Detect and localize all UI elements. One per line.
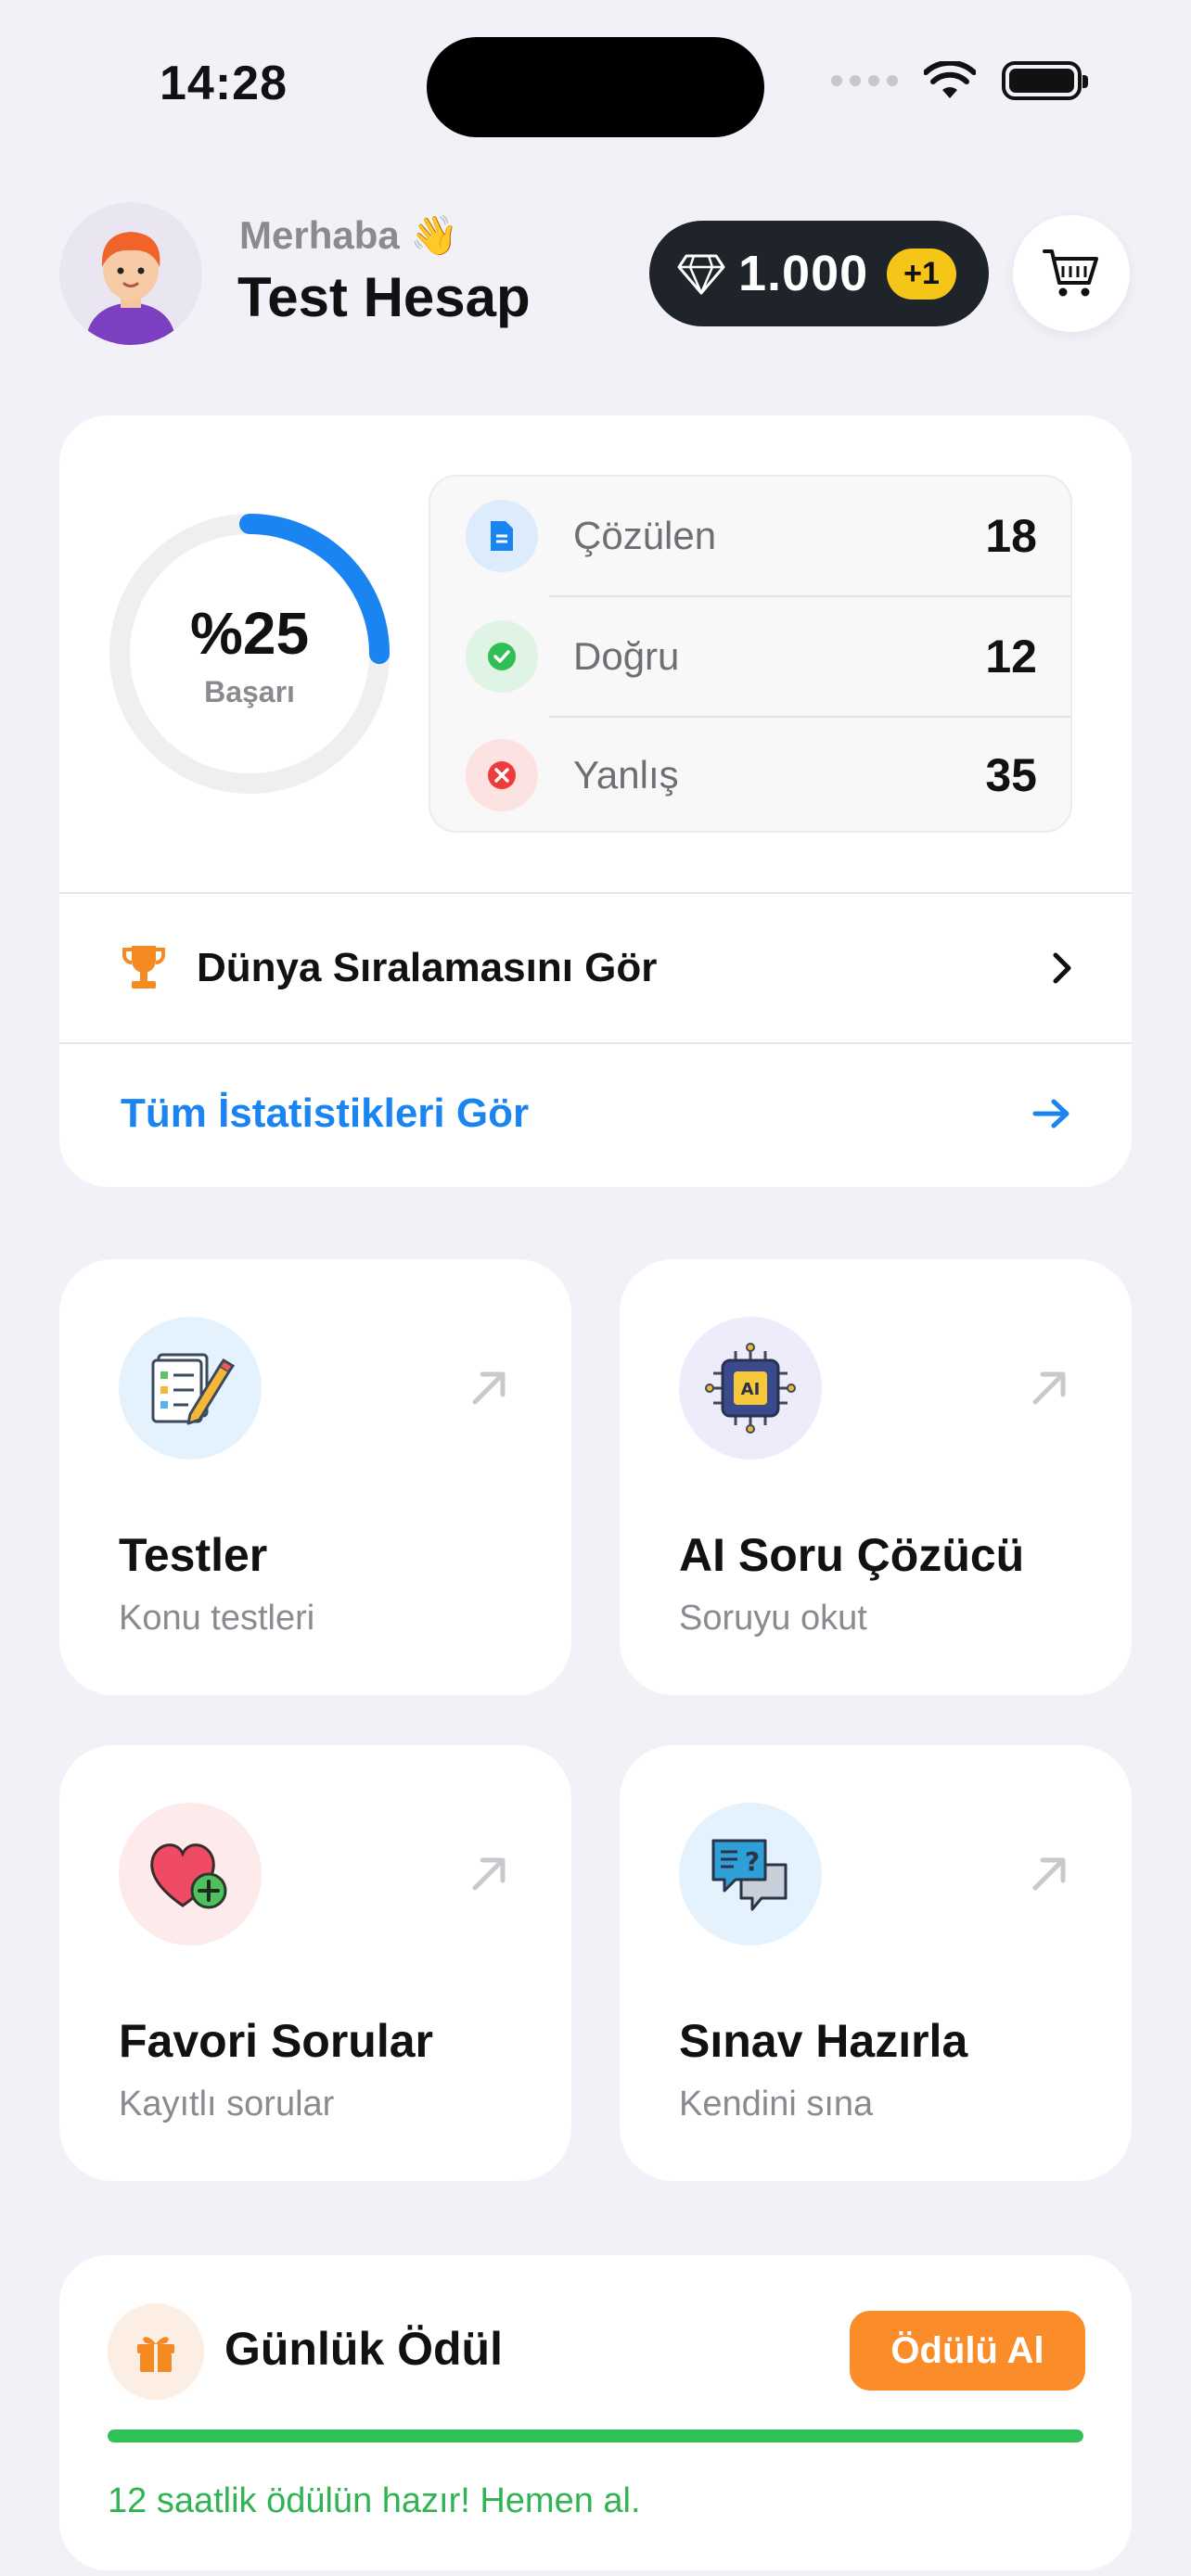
world-ranking-label: Dünya Sıralamasını Gör [197,945,658,990]
tile-subtitle: Kendini sına [679,2085,874,2123]
arrow-right-icon [1032,1099,1069,1129]
status-icons [831,61,1088,100]
tile-subtitle: Konu testleri [119,1599,315,1638]
all-stats-label: Tüm İstatistikleri Gör [121,1090,530,1136]
stats-list: Çözülen 18 Doğru 12 Yanlış 35 [429,475,1072,833]
reward-progress-fill [108,2429,1083,2442]
document-icon [466,500,538,572]
check-badge-icon [466,620,538,693]
diamond-icon [677,254,725,295]
tile-tests[interactable]: Testler Konu testleri [59,1259,571,1695]
claim-reward-button[interactable]: Ödülü Al [850,2311,1085,2391]
test-clipboard-icon [119,1317,262,1460]
username: Test Hesap [237,266,531,328]
tile-ai-solver[interactable]: AI AI Soru Çözücü Soruyu okut [620,1259,1132,1695]
stat-value: 35 [985,749,1037,801]
dynamic-island [427,37,764,137]
gem-count: 1.000 [738,246,869,301]
reward-progress-bar [108,2429,1083,2442]
tile-favorites[interactable]: Favori Sorular Kayıtlı sorular [59,1745,571,2181]
arrow-up-right-icon [1032,1857,1066,1891]
gift-icon [108,2303,204,2400]
trophy-icon [122,946,165,988]
daily-reward-card: Günlük Ödül Ödülü Al 12 saatlik ödülün h… [59,2255,1132,2570]
stat-row-wrong: Yanlış 35 [430,716,1074,835]
stat-label: Yanlış [573,753,679,797]
gem-bonus-badge: +1 [887,248,956,300]
tile-subtitle: Soruyu okut [679,1599,867,1638]
ai-chip-icon: AI [679,1317,822,1460]
chat-question-icon: ? [679,1803,822,1945]
arrow-up-right-icon [472,1857,506,1891]
tile-title: Favori Sorular [119,2015,433,2067]
stat-label: Çözülen [573,514,717,557]
success-percent: %25 [189,600,310,667]
status-time: 14:28 [160,57,288,110]
cellular-signal-icon [831,75,898,86]
stat-row-correct: Doğru 12 [430,597,1074,716]
chevron-right-icon [1053,952,1071,984]
arrow-up-right-icon [472,1371,506,1405]
daily-reward-title: Günlük Ödül [224,2323,503,2375]
stat-row-solved: Çözülen 18 [430,477,1074,595]
stat-value: 12 [985,631,1037,682]
tile-subtitle: Kayıtlı sorular [119,2085,335,2123]
tile-title: Testler [119,1529,268,1581]
reward-message: 12 saatlik ödülün hazır! Hemen al. [108,2481,641,2520]
world-ranking-row[interactable]: Dünya Sıralamasını Gör [59,896,1132,1040]
avatar[interactable] [59,202,202,345]
tile-title: Sınav Hazırla [679,2015,968,2067]
shopping-cart-button[interactable] [1013,215,1130,332]
gem-balance-button[interactable]: 1.000 +1 [649,221,989,326]
svg-text:AI: AI [741,1380,761,1399]
greeting-text: Merhaba 👋 [239,213,459,257]
card-divider [59,892,1132,894]
heart-plus-icon [119,1803,262,1945]
stat-label: Doğru [573,634,680,678]
stat-value: 18 [985,510,1037,562]
battery-icon [1002,61,1088,100]
wifi-icon [924,61,976,98]
tile-exam-prep[interactable]: ? Sınav Hazırla Kendini sına [620,1745,1132,2181]
arrow-up-right-icon [1032,1371,1066,1405]
svg-text:?: ? [745,1846,760,1877]
cart-icon [1043,249,1098,297]
all-stats-link[interactable]: Tüm İstatistikleri Gör [59,1044,1132,1183]
x-badge-icon [466,739,538,811]
tile-title: AI Soru Çözücü [679,1529,1025,1581]
success-label: Başarı [204,675,295,708]
